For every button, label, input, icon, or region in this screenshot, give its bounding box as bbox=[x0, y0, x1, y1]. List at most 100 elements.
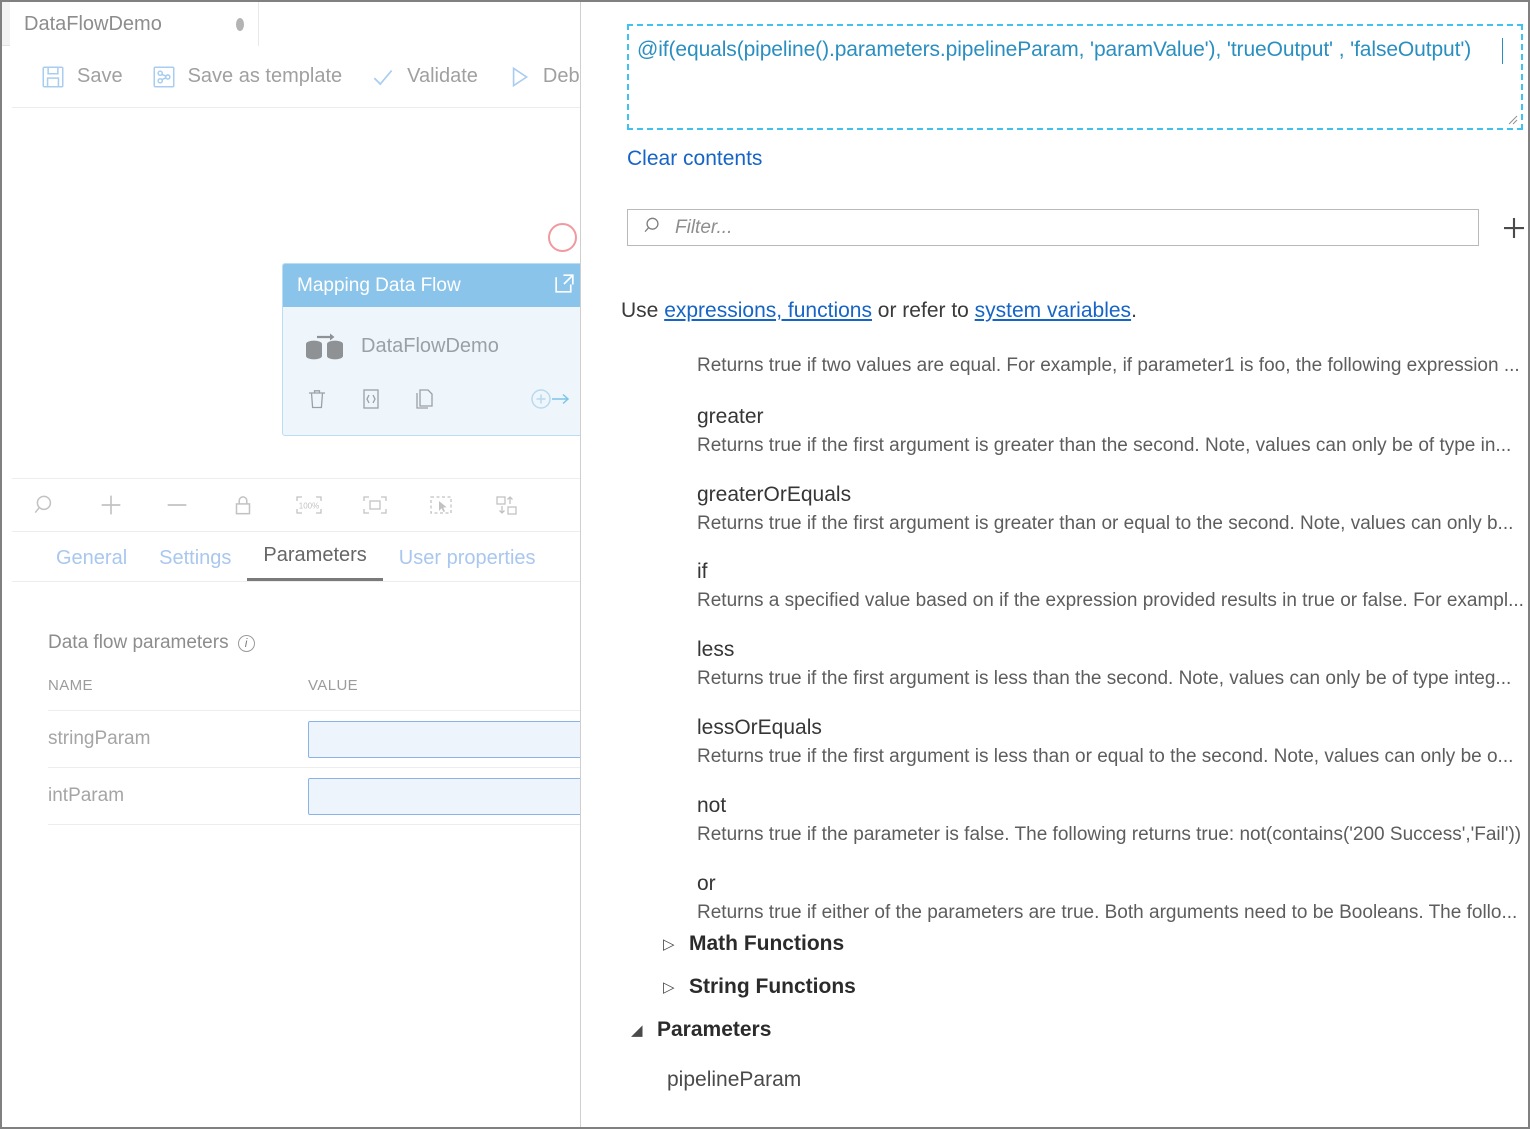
add-dynamic-content-button[interactable] bbox=[1498, 212, 1528, 244]
tab-dataflowdemo[interactable]: DataFlowDemo bbox=[10, 2, 258, 46]
svg-text:100%: 100% bbox=[299, 502, 319, 511]
code-icon[interactable] bbox=[359, 387, 383, 416]
column-header-name: NAME bbox=[48, 677, 308, 694]
chevron-right-icon: ▷ bbox=[663, 935, 689, 953]
search-icon bbox=[642, 215, 663, 241]
function-description: Returns true if two values are equal. Fo… bbox=[697, 355, 1527, 377]
tree-item-string-functions[interactable]: ▷ String Functions bbox=[663, 975, 856, 999]
screenshot-root: ) DataFlowDemo Save bbox=[0, 0, 1530, 1129]
canvas-zoom-toolbar: 100% bbox=[12, 478, 612, 532]
filter-input[interactable]: Filter... bbox=[627, 209, 1479, 246]
template-icon bbox=[151, 64, 177, 90]
resize-grip-icon[interactable] bbox=[1504, 111, 1518, 125]
tab-user-properties[interactable]: User properties bbox=[383, 547, 552, 581]
list-item-equals[interactable]: Returns true if two values are equal. Fo… bbox=[697, 355, 1527, 377]
help-middle: or refer to bbox=[872, 299, 975, 322]
save-icon bbox=[40, 64, 66, 90]
function-description: Returns true if the parameter is false. … bbox=[697, 824, 1527, 846]
expressions-functions-link[interactable]: expressions, functions bbox=[664, 299, 872, 322]
command-bar: Save Save as template bbox=[12, 46, 612, 108]
node-header-label: Mapping Data Flow bbox=[297, 275, 461, 297]
tree-leaf-pipelineparam[interactable]: pipelineParam bbox=[667, 1068, 801, 1092]
tree-item-label: Parameters bbox=[657, 1018, 771, 1042]
function-name: if bbox=[697, 560, 1527, 584]
help-prefix: Use bbox=[621, 299, 664, 322]
save-button[interactable]: Save bbox=[40, 64, 123, 90]
parameters-table-header: NAME VALUE bbox=[48, 677, 604, 694]
function-name: greaterOrEquals bbox=[697, 483, 1527, 507]
function-description: Returns a specified value based on if th… bbox=[697, 590, 1527, 612]
function-description: Returns true if the first argument is le… bbox=[697, 668, 1527, 690]
check-icon bbox=[370, 64, 396, 90]
function-description: Returns true if the first argument is gr… bbox=[697, 513, 1527, 535]
tree-item-math-functions[interactable]: ▷ Math Functions bbox=[663, 932, 844, 956]
property-tabs: General Settings Parameters User propert… bbox=[12, 532, 612, 582]
table-bottom-divider bbox=[48, 824, 604, 825]
add-output-icon[interactable] bbox=[529, 387, 573, 416]
list-item-if[interactable]: if Returns a specified value based on if… bbox=[697, 560, 1527, 612]
tab-settings[interactable]: Settings bbox=[143, 547, 247, 581]
function-name: or bbox=[697, 872, 1527, 896]
expression-value: @if(equals(pipeline().parameters.pipelin… bbox=[637, 38, 1517, 62]
data-flow-parameters-label: Data flow parameters bbox=[48, 632, 229, 654]
parameter-name: intParam bbox=[48, 785, 308, 807]
zoom-search-icon[interactable] bbox=[12, 492, 78, 518]
tree-item-label: Math Functions bbox=[689, 932, 844, 956]
list-item-greaterorequals[interactable]: greaterOrEquals Returns true if the firs… bbox=[697, 483, 1527, 535]
column-header-value: VALUE bbox=[308, 677, 358, 694]
fit-to-screen-icon[interactable] bbox=[342, 492, 408, 518]
data-flow-parameters-title: Data flow parameters i bbox=[48, 632, 255, 654]
list-item-less[interactable]: less Returns true if the first argument … bbox=[697, 638, 1527, 690]
function-description: Returns true if the first argument is le… bbox=[697, 746, 1527, 768]
list-item-or[interactable]: or Returns true if either of the paramet… bbox=[697, 872, 1527, 924]
clone-icon[interactable] bbox=[413, 387, 437, 416]
zoom-in-icon[interactable] bbox=[78, 491, 144, 519]
function-name: lessOrEquals bbox=[697, 716, 1527, 740]
function-name: less bbox=[697, 638, 1527, 662]
error-circle-icon bbox=[548, 223, 577, 252]
parameter-value-input-intparam[interactable] bbox=[308, 778, 604, 815]
clear-contents-link[interactable]: Clear contents bbox=[627, 147, 762, 171]
node-header: Mapping Data Flow bbox=[283, 264, 589, 307]
tab-empty-next[interactable] bbox=[258, 2, 588, 46]
list-item-greater[interactable]: greater Returns true if the first argume… bbox=[697, 405, 1527, 457]
help-suffix: . bbox=[1131, 299, 1137, 322]
text-caret bbox=[1502, 38, 1503, 64]
function-list: Returns true if two values are equal. Fo… bbox=[581, 347, 1528, 907]
tree-item-parameters[interactable]: ◢ Parameters bbox=[631, 1018, 771, 1042]
open-in-new-icon[interactable] bbox=[552, 271, 577, 301]
node-action-row bbox=[305, 387, 573, 416]
activity-node-mapping-data-flow[interactable]: Mapping Data Flow bbox=[282, 263, 590, 436]
zoom-100-icon[interactable]: 100% bbox=[276, 492, 342, 518]
list-item-lessorequals[interactable]: lessOrEquals Returns true if the first a… bbox=[697, 716, 1527, 768]
select-mode-icon[interactable] bbox=[408, 492, 474, 518]
pipeline-editor-area: ) DataFlowDemo Save bbox=[2, 2, 612, 1127]
save-label: Save bbox=[77, 65, 123, 88]
tab-label: DataFlowDemo bbox=[24, 13, 162, 36]
info-icon[interactable]: i bbox=[238, 635, 255, 652]
tab-parameters[interactable]: Parameters bbox=[247, 544, 382, 581]
auto-align-icon[interactable] bbox=[474, 492, 540, 518]
system-variables-link[interactable]: system variables bbox=[975, 299, 1131, 322]
parameter-value-input-stringparam[interactable] bbox=[308, 721, 604, 758]
tab-strip: ) DataFlowDemo bbox=[2, 2, 612, 46]
table-row: stringParam bbox=[48, 710, 604, 767]
lock-icon[interactable] bbox=[210, 492, 276, 518]
expression-builder-panel: @if(equals(pipeline().parameters.pipelin… bbox=[580, 2, 1528, 1127]
zoom-out-icon[interactable] bbox=[144, 491, 210, 519]
save-as-template-label: Save as template bbox=[188, 65, 343, 88]
unsaved-indicator-dot bbox=[236, 18, 244, 31]
expression-textarea[interactable]: @if(equals(pipeline().parameters.pipelin… bbox=[627, 24, 1523, 130]
pipeline-canvas[interactable]: Mapping Data Flow bbox=[12, 108, 612, 478]
node-name-label: DataFlowDemo bbox=[361, 335, 499, 358]
debug-button[interactable]: Debu bbox=[506, 64, 591, 90]
list-item-not[interactable]: not Returns true if the parameter is fal… bbox=[697, 794, 1527, 846]
chevron-right-icon: ▷ bbox=[663, 978, 689, 996]
validate-button[interactable]: Validate bbox=[370, 64, 478, 90]
table-row: intParam bbox=[48, 767, 604, 824]
tab-general[interactable]: General bbox=[40, 547, 143, 581]
save-as-template-button[interactable]: Save as template bbox=[151, 64, 343, 90]
play-icon bbox=[506, 64, 532, 90]
tree-item-label: String Functions bbox=[689, 975, 856, 999]
delete-icon[interactable] bbox=[305, 387, 329, 416]
